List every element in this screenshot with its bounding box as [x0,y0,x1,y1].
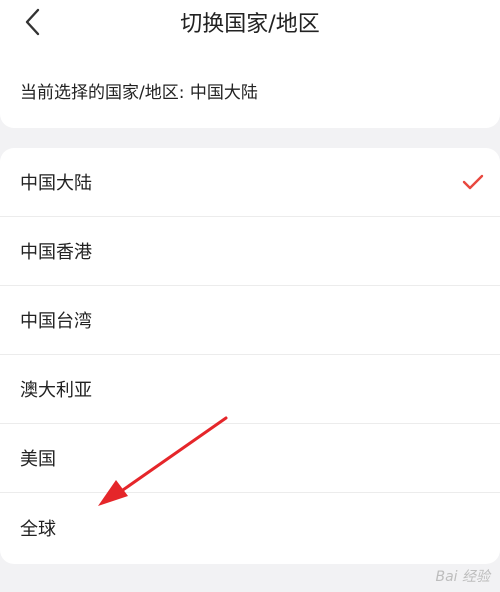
watermark: Bai 经验 [435,569,490,585]
region-label: 中国台湾 [20,311,92,332]
region-label: 全球 [20,518,56,540]
region-label: 中国大陆 [20,173,92,194]
region-item-hongkong[interactable]: 中国香港 [0,217,500,286]
checkmark-icon [462,174,484,190]
current-selection-text: 当前选择的国家/地区: 中国大陆 [20,83,258,103]
region-item-mainland[interactable]: 中国大陆 [0,148,500,217]
page-title: 切换国家/地区 [180,12,320,37]
region-label: 澳大利亚 [20,380,92,401]
region-item-taiwan[interactable]: 中国台湾 [0,286,500,355]
region-label: 美国 [20,449,56,470]
header: 切换国家/地区 当前选择的国家/地区: 中国大陆 [0,0,500,128]
region-list: 中国大陆 中国香港 中国台湾 澳大利亚 美国 全球 [0,148,500,564]
region-label: 中国香港 [20,242,92,263]
region-item-australia[interactable]: 澳大利亚 [0,355,500,424]
region-item-global[interactable]: 全球 [0,493,500,562]
region-item-usa[interactable]: 美国 [0,424,500,493]
